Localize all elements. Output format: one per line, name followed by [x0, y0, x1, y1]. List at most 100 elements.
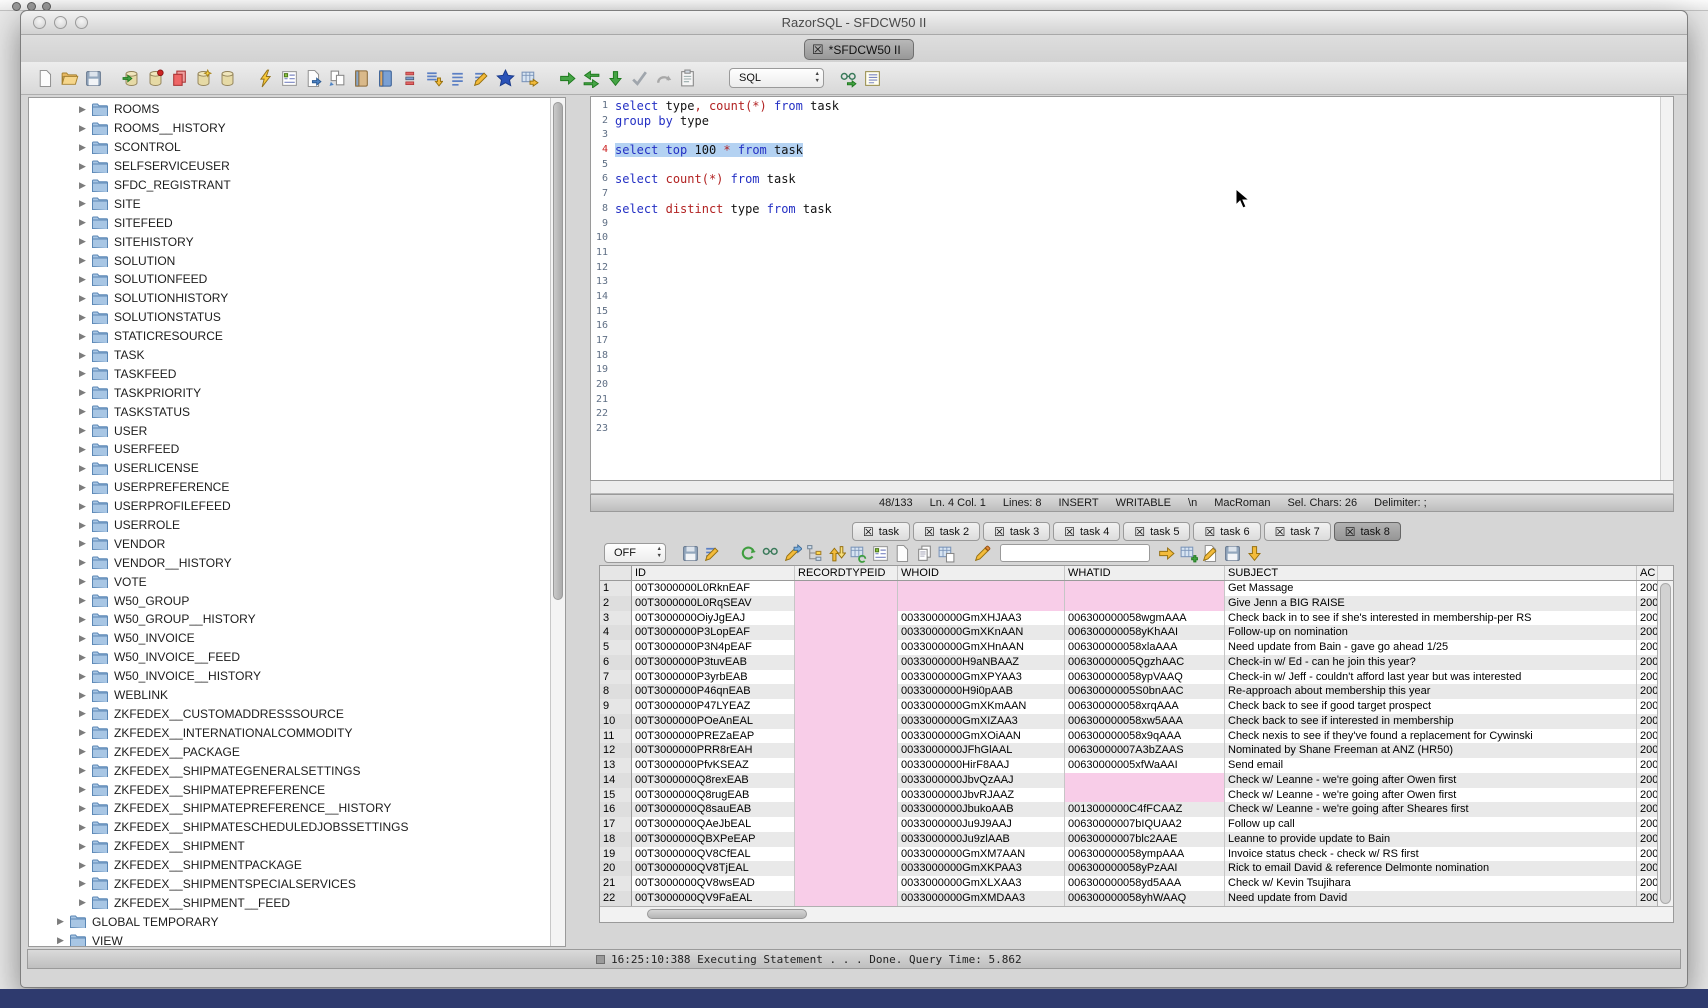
cell-recordtypeid[interactable] — [795, 876, 898, 891]
cell-subject[interactable]: Check w/ Kevin Tsujihara — [1225, 876, 1637, 891]
expand-triangle-icon[interactable]: ▶ — [77, 841, 88, 852]
page-pencil-icon[interactable] — [1200, 544, 1220, 563]
expand-triangle-icon[interactable]: ▶ — [77, 520, 88, 531]
cell-id[interactable]: 00T3000000P3yrbEAB — [632, 670, 795, 685]
cell-recordtypeid[interactable] — [795, 714, 898, 729]
close-tab-icon[interactable]: ☒ — [1064, 526, 1075, 538]
cell-recordtypeid[interactable] — [795, 640, 898, 655]
expand-triangle-icon[interactable]: ▶ — [77, 501, 88, 512]
table-hscrollbar-thumb[interactable] — [647, 909, 807, 919]
result-tab-task-8[interactable]: ☒task 8 — [1334, 522, 1401, 541]
table-row[interactable]: 1500T3000000Q8rugEAB0033000000JbvRJAAZCh… — [600, 788, 1673, 803]
cell-whatid[interactable]: 006300000058xrqAAA — [1065, 699, 1225, 714]
cell-id[interactable]: 00T3000000P46qnEAB — [632, 684, 795, 699]
cell-whoid[interactable]: 0033000000GmXMDAA3 — [898, 891, 1065, 906]
expand-triangle-icon[interactable]: ▶ — [77, 595, 88, 606]
table-row[interactable]: 500T3000000P3N4pEAF0033000000GmXHnAAN006… — [600, 640, 1673, 655]
tree-item-taskfeed[interactable]: ▶TASKFEED — [29, 364, 549, 383]
expand-triangle-icon[interactable]: ▶ — [77, 784, 88, 795]
tree-item-solution[interactable]: ▶SOLUTION — [29, 251, 549, 270]
cell-ac[interactable]: 200 — [1637, 729, 1658, 744]
cell-subject[interactable]: Leanne to provide update to Bain — [1225, 832, 1637, 847]
table-row[interactable]: 300T3000000OiyJgEAJ0033000000GmXHJAA3006… — [600, 611, 1673, 626]
tree-item-solutionfeed[interactable]: ▶SOLUTIONFEED — [29, 270, 549, 289]
list-arrow-down-icon[interactable] — [423, 68, 444, 88]
row-number-header[interactable] — [600, 566, 632, 580]
row-number-cell[interactable]: 2 — [600, 596, 632, 611]
cell-whatid[interactable]: 006300000058xw5AAA — [1065, 714, 1225, 729]
cell-whoid[interactable]: 0033000000JbvRJAAZ — [898, 788, 1065, 803]
tree-item-staticresource[interactable]: ▶STATICRESOURCE — [29, 327, 549, 346]
cell-subject[interactable]: Follow up call — [1225, 817, 1637, 832]
cell-whoid[interactable]: 0033000000GmXHnAAN — [898, 640, 1065, 655]
expand-triangle-icon[interactable]: ▶ — [77, 104, 88, 115]
cell-subject[interactable]: Check-in w/ Ed - can he join this year? — [1225, 655, 1637, 670]
tree-item-zkfedex-package[interactable]: ▶ZKFEDEX__PACKAGE — [29, 742, 549, 761]
cell-ac[interactable]: 200 — [1637, 581, 1658, 596]
tree-item-w50-invoice[interactable]: ▶W50_INVOICE — [29, 629, 549, 648]
cell-id[interactable]: 00T3000000QBXPeEAP — [632, 832, 795, 847]
table-refresh-icon[interactable] — [848, 544, 868, 563]
db-connect-icon[interactable] — [121, 68, 142, 88]
sql-editor[interactable]: 1234567891011121314151617181920212223 se… — [590, 96, 1674, 481]
minimize-window-icon[interactable] — [54, 16, 67, 29]
cell-ac[interactable]: 200 — [1637, 596, 1658, 611]
result-tab-task-6[interactable]: ☒task 6 — [1193, 522, 1260, 541]
editor-line-2[interactable]: group by type — [615, 114, 1659, 129]
tree-item-zkfedex-shipment[interactable]: ▶ZKFEDEX__SHIPMENT — [29, 837, 549, 856]
tree-item-userfeed[interactable]: ▶USERFEED — [29, 440, 549, 459]
expand-triangle-icon[interactable]: ▶ — [77, 822, 88, 833]
cell-ac[interactable]: 200 — [1637, 802, 1658, 817]
column-header-WHOID[interactable]: WHOID — [898, 566, 1065, 580]
sort-arrows-icon[interactable] — [826, 544, 846, 563]
cell-whoid[interactable]: 0033000000GmXOiAAN — [898, 729, 1065, 744]
table-row[interactable]: 2000T3000000QV8TjEAL0033000000GmXKPAA300… — [600, 861, 1673, 876]
cell-recordtypeid[interactable] — [795, 788, 898, 803]
table-row[interactable]: 2100T3000000QV8wsEAD0033000000GmXLXAA300… — [600, 876, 1673, 891]
db-icon[interactable] — [217, 68, 238, 88]
expand-triangle-icon[interactable]: ▶ — [77, 671, 88, 682]
star-blue-icon[interactable] — [495, 68, 516, 88]
cell-whatid[interactable]: 006300000058yd5AAA — [1065, 876, 1225, 891]
column-header-AC[interactable]: AC — [1637, 566, 1658, 580]
tree-item-w50-group-history[interactable]: ▶W50_GROUP__HISTORY — [29, 610, 549, 629]
close-window-icon[interactable] — [33, 16, 46, 29]
page-arrow-icon[interactable] — [303, 68, 324, 88]
tree-item-zkfedex-shipmentpackage[interactable]: ▶ZKFEDEX__SHIPMENTPACKAGE — [29, 856, 549, 875]
cell-whatid[interactable]: 006300000058yhWAAQ — [1065, 891, 1225, 906]
row-number-cell[interactable]: 4 — [600, 625, 632, 640]
cell-id[interactable]: 00T3000000PRR8rEAH — [632, 743, 795, 758]
row-number-cell[interactable]: 21 — [600, 876, 632, 891]
cell-id[interactable]: 00T3000000POeAnEAL — [632, 714, 795, 729]
cell-recordtypeid[interactable] — [795, 758, 898, 773]
cell-subject[interactable]: Need update from David — [1225, 891, 1637, 906]
cell-recordtypeid[interactable] — [795, 699, 898, 714]
row-number-cell[interactable]: 15 — [600, 788, 632, 803]
expand-triangle-icon[interactable]: ▶ — [77, 576, 88, 587]
book-blue-icon[interactable] — [375, 68, 396, 88]
expand-triangle-icon[interactable]: ▶ — [77, 180, 88, 191]
tree-item-weblink[interactable]: ▶WEBLINK — [29, 686, 549, 705]
tree-item-taskpriority[interactable]: ▶TASKPRIORITY — [29, 383, 549, 402]
tree-item-vote[interactable]: ▶VOTE — [29, 572, 549, 591]
row-number-cell[interactable]: 8 — [600, 684, 632, 699]
cell-id[interactable]: 00T3000000P3LopEAF — [632, 625, 795, 640]
pencil-arrow-icon[interactable] — [782, 544, 802, 563]
cell-id[interactable]: 00T3000000L0RqSEAV — [632, 596, 795, 611]
result-tab-task-2[interactable]: ☒task 2 — [913, 522, 980, 541]
expand-triangle-icon[interactable]: ▶ — [77, 217, 88, 228]
table-row[interactable]: 2200T3000000QV9FaEAL0033000000GmXMDAA300… — [600, 891, 1673, 906]
table-row[interactable]: 1100T3000000PREZaEAP0033000000GmXOiAAN00… — [600, 729, 1673, 744]
cell-subject[interactable]: Need update from Bain - gave go ahead 1/… — [1225, 640, 1637, 655]
close-tab-icon[interactable]: ☒ — [812, 43, 824, 56]
cell-whoid[interactable]: 0033000000JbvQzAAJ — [898, 773, 1065, 788]
row-number-cell[interactable]: 22 — [600, 891, 632, 906]
cell-subject[interactable]: Give Jenn a BIG RAISE — [1225, 596, 1637, 611]
cell-whoid[interactable]: 0033000000JFhGlAAL — [898, 743, 1065, 758]
cell-whoid[interactable]: 0033000000HirF8AAJ — [898, 758, 1065, 773]
cell-whatid[interactable] — [1065, 581, 1225, 596]
cell-recordtypeid[interactable] — [795, 861, 898, 876]
expand-triangle-icon[interactable]: ▶ — [77, 198, 88, 209]
cell-whoid[interactable]: 0033000000GmXHJAA3 — [898, 611, 1065, 626]
cell-recordtypeid[interactable] — [795, 891, 898, 906]
